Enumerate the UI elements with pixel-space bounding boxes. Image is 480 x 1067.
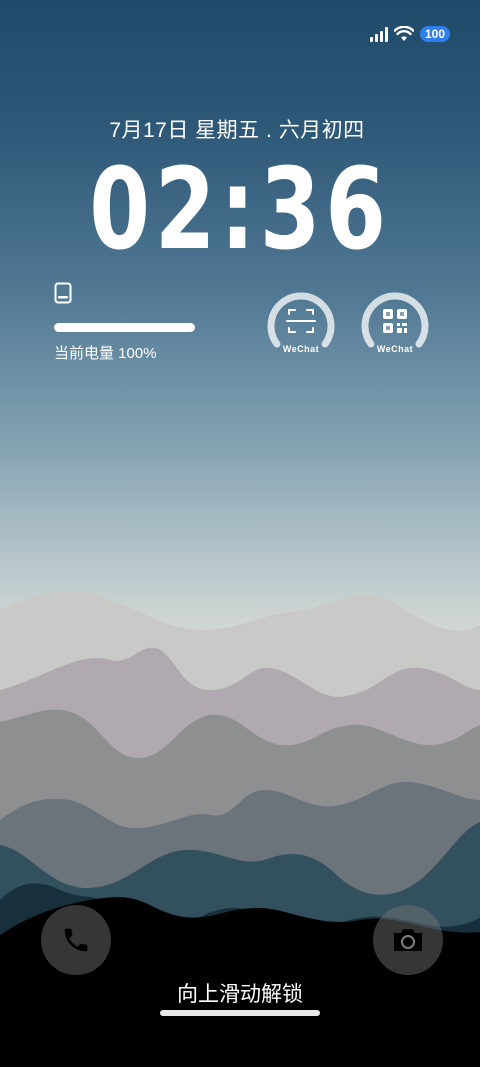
tablet-icon xyxy=(54,282,72,304)
widget-caption: WeChat xyxy=(282,344,320,354)
lock-date: 7月17日 星期五 . 六月初四 xyxy=(109,119,365,142)
scan-icon xyxy=(286,309,316,333)
wechat-scan-widget[interactable]: WeChat xyxy=(265,288,337,360)
battery-widget-label: 当前电量 100% xyxy=(54,345,157,362)
cellular-signal-icon xyxy=(369,26,388,42)
camera-shortcut-button[interactable] xyxy=(373,905,443,975)
unlock-hint: 向上滑动解锁 xyxy=(177,983,303,1006)
lock-clock: 02:36 xyxy=(89,145,391,275)
wifi-icon xyxy=(393,26,414,41)
battery-widget[interactable]: 当前电量 100% xyxy=(54,282,204,363)
battery-level-badge: 100 xyxy=(419,26,450,42)
status-bar: 100 xyxy=(369,24,450,44)
battery-level-bar xyxy=(54,323,195,332)
wechat-qr-widget[interactable]: WeChat xyxy=(359,288,431,360)
phone-shortcut-button[interactable] xyxy=(41,905,111,975)
phone-icon xyxy=(64,928,88,952)
widget-caption: WeChat xyxy=(376,344,414,354)
camera-icon xyxy=(394,929,422,951)
home-indicator[interactable] xyxy=(160,1010,320,1016)
qr-code-icon xyxy=(383,309,407,333)
